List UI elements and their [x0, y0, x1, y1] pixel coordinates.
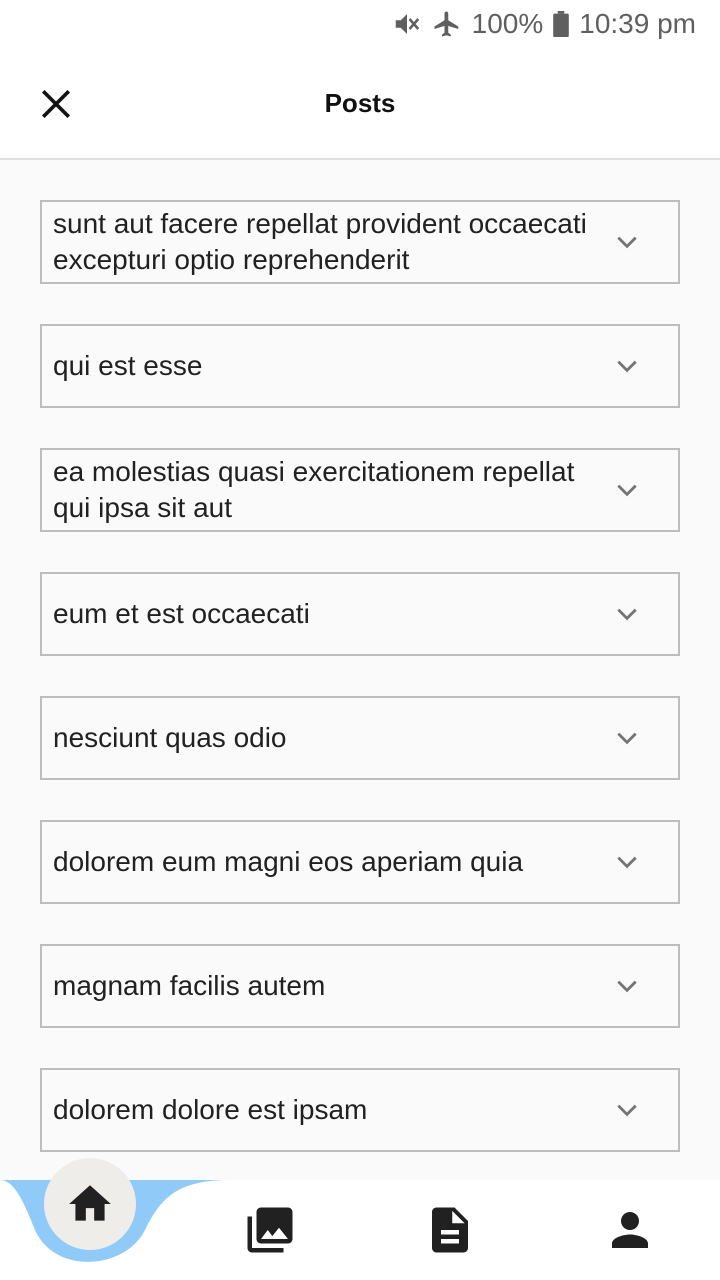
post-title: dolorem dolore est ipsam — [53, 1094, 368, 1125]
airplane-icon — [432, 9, 462, 39]
post-title: ea molestias quasi exercitationem repell… — [53, 456, 575, 523]
battery-percent: 100% — [471, 8, 544, 39]
chevron-down-icon[interactable] — [612, 599, 642, 629]
chevron-down-icon[interactable] — [612, 723, 642, 753]
post-item[interactable]: ea molestias quasi exercitationem repell… — [40, 448, 680, 532]
home-icon — [69, 1185, 111, 1221]
chevron-down-icon[interactable] — [612, 1095, 642, 1125]
app-bar: Posts — [0, 48, 720, 160]
post-title: magnam facilis autem — [53, 970, 326, 1001]
post-item[interactable]: eum et est occaecati — [40, 572, 680, 656]
mute-icon — [392, 9, 422, 39]
chevron-down-icon[interactable] — [612, 971, 642, 1001]
chevron-down-icon[interactable] — [612, 475, 642, 505]
nav-home-button[interactable] — [44, 1158, 136, 1250]
person-icon — [612, 1212, 648, 1248]
battery-icon — [553, 11, 570, 37]
nav-gallery-button[interactable] — [242, 1202, 298, 1258]
post-title: eum et est occaecati — [53, 598, 310, 629]
post-title: nesciunt quas odio — [53, 722, 287, 753]
chevron-down-icon[interactable] — [612, 227, 642, 257]
post-item[interactable]: nesciunt quas odio — [40, 696, 680, 780]
page-title: Posts — [324, 88, 396, 118]
bottom-navigation — [0, 1158, 720, 1280]
nav-documents-button[interactable] — [422, 1202, 478, 1258]
post-item[interactable]: sunt aut facere repellat provident occae… — [40, 200, 680, 284]
nav-profile-button[interactable] — [602, 1202, 658, 1258]
post-title: qui est esse — [53, 350, 203, 381]
chevron-down-icon[interactable] — [612, 847, 642, 877]
posts-list: sunt aut facere repellat provident occae… — [40, 200, 680, 1192]
post-item[interactable]: dolorem dolore est ipsam — [40, 1068, 680, 1152]
document-icon — [432, 1207, 468, 1253]
post-item[interactable]: dolorem eum magni eos aperiam quia — [40, 820, 680, 904]
photo-library-icon — [247, 1207, 293, 1253]
chevron-down-icon[interactable] — [612, 351, 642, 381]
status-time: 10:39 pm — [579, 8, 696, 39]
post-item[interactable]: magnam facilis autem — [40, 944, 680, 1028]
post-item[interactable]: qui est esse — [40, 324, 680, 408]
status-bar: 100% 10:39 pm — [0, 0, 720, 48]
post-title: sunt aut facere repellat provident occae… — [53, 208, 587, 275]
post-title: dolorem eum magni eos aperiam quia — [53, 846, 524, 877]
